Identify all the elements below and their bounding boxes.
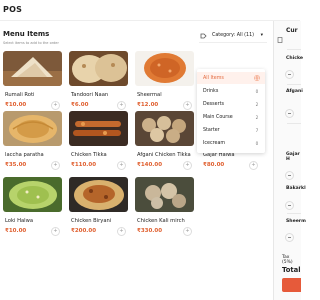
item-name: Chicken Tikka	[71, 152, 107, 158]
menu-item-card[interactable]: Sheermal ₹12.00 +	[135, 51, 194, 110]
item-name: Sheermal	[137, 92, 162, 98]
dropdown-item-drinks[interactable]: Drinks 0	[197, 85, 265, 97]
menu-item-card[interactable]: laccha paratha ₹35.00 +	[3, 111, 62, 170]
divider	[287, 123, 301, 124]
menu-item-card[interactable]: Loki Halwa ₹10.00 +	[3, 177, 62, 236]
add-item-button[interactable]: +	[183, 161, 192, 170]
decrease-button[interactable]	[285, 70, 294, 79]
add-item-button[interactable]: +	[117, 227, 126, 236]
food-image	[69, 177, 128, 212]
item-name: Afgani Chicken Tikka	[137, 152, 191, 158]
dropdown-item-count: 0	[255, 88, 259, 94]
item-price: ₹200.00	[71, 228, 97, 234]
decrease-button[interactable]	[285, 109, 294, 118]
order-header: Cur	[277, 27, 298, 43]
menu-item-card[interactable]: Rumali Roti ₹10.00 +	[3, 51, 62, 110]
add-item-button[interactable]: +	[51, 227, 60, 236]
app-logo: POS	[3, 5, 23, 14]
item-price: ₹330.00	[137, 228, 163, 234]
category-dropdown-button[interactable]: Category: All (11) ▾	[199, 29, 267, 43]
item-name: Chicken Kali mirch	[137, 218, 185, 224]
dropdown-item-count: 11	[254, 75, 260, 81]
item-price: ₹10.00	[5, 228, 27, 234]
category-dropdown-menu: All Items 11 Drinks 0 Desserts 2 Main Co…	[197, 69, 265, 153]
top-bar: POS	[0, 0, 300, 21]
food-image	[69, 111, 128, 146]
item-name: Tandoori Naan	[71, 92, 109, 98]
menu-item-card[interactable]: Chicken Kali mirch ₹330.00 +	[135, 177, 194, 236]
add-item-button[interactable]: +	[51, 101, 60, 110]
order-item-name: Chicke	[286, 56, 303, 61]
add-item-button[interactable]: +	[51, 161, 60, 170]
dropdown-item-label: Starter	[203, 127, 220, 133]
add-item-button[interactable]: +	[117, 101, 126, 110]
item-price: ₹12.00	[137, 102, 159, 108]
dropdown-item-label: Main Course	[203, 114, 233, 120]
decrease-button[interactable]	[285, 201, 294, 210]
order-item-name: Sheerm	[286, 219, 306, 224]
item-name: laccha paratha	[5, 152, 44, 158]
order-item-name: Bakarkl	[286, 186, 306, 191]
food-image	[135, 51, 194, 86]
category-dropdown-label: Category: All (11)	[212, 33, 255, 38]
dropdown-item-icecream[interactable]: Icecream 0	[197, 137, 265, 149]
dropdown-item-desserts[interactable]: Desserts 2	[197, 98, 265, 110]
item-price: ₹80.00	[203, 162, 225, 168]
item-price: ₹110.00	[71, 162, 97, 168]
order-item-name: Afgani	[286, 89, 303, 94]
order-item-name: Gajar H	[286, 152, 300, 162]
item-price: ₹10.00	[5, 102, 27, 108]
add-item-button[interactable]: +	[117, 161, 126, 170]
divider	[287, 84, 301, 85]
menu-subtitle: Select items to add to the order	[3, 41, 59, 45]
dropdown-item-label: Icecream	[203, 140, 226, 146]
food-image	[3, 177, 62, 212]
chevron-down-icon: ▾	[260, 33, 263, 38]
dropdown-item-starter[interactable]: Starter 7	[197, 124, 265, 136]
add-item-button[interactable]: +	[183, 101, 192, 110]
food-image	[69, 51, 128, 86]
dropdown-item-count: 0	[255, 140, 259, 146]
item-price: ₹35.00	[5, 162, 27, 168]
menu-panel: Menu Items Select items to add to the or…	[0, 21, 273, 300]
menu-item-card[interactable]: Chicken Biryani ₹200.00 +	[69, 177, 128, 236]
item-price: ₹6.00	[71, 102, 89, 108]
add-item-button[interactable]: +	[183, 227, 192, 236]
dropdown-item-count: 2	[255, 101, 259, 107]
divider	[287, 213, 301, 214]
dropdown-item-main-course[interactable]: Main Course 2	[197, 111, 265, 123]
dropdown-item-label: All Items	[203, 75, 224, 81]
current-order-panel: Cur Chicke Afgani Gajar H Bakarkl Sheerm…	[273, 21, 306, 300]
dropdown-item-all[interactable]: All Items 11	[197, 72, 265, 84]
dropdown-item-count: 7	[255, 127, 259, 133]
divider	[287, 49, 301, 50]
dropdown-item-label: Desserts	[203, 101, 224, 107]
decrease-button[interactable]	[285, 233, 294, 242]
order-title: Cur	[286, 27, 298, 34]
tag-icon	[199, 33, 208, 39]
receipt-icon	[277, 28, 283, 43]
dropdown-item-count: 2	[255, 114, 259, 120]
item-name: Loki Halwa	[5, 218, 34, 224]
add-item-button[interactable]: +	[249, 161, 258, 170]
food-image	[135, 111, 194, 146]
item-price: ₹140.00	[137, 162, 163, 168]
food-image	[135, 177, 194, 212]
menu-item-card[interactable]: Tandoori Naan ₹6.00 +	[69, 51, 128, 110]
place-order-button[interactable]	[282, 278, 301, 292]
total-label: Total	[282, 266, 301, 274]
food-image	[3, 111, 62, 146]
item-name: Rumali Roti	[5, 92, 35, 98]
item-name: Chicken Biryani	[71, 218, 112, 224]
decrease-button[interactable]	[285, 171, 294, 180]
dropdown-item-label: Drinks	[203, 88, 219, 94]
tax-label: Tax (5%)	[282, 255, 293, 265]
food-image	[3, 51, 62, 86]
menu-title: Menu Items	[3, 30, 50, 38]
menu-item-card[interactable]: Afgani Chicken Tikka ₹140.00 +	[135, 111, 194, 170]
menu-item-card[interactable]: Chicken Tikka ₹110.00 +	[69, 111, 128, 170]
